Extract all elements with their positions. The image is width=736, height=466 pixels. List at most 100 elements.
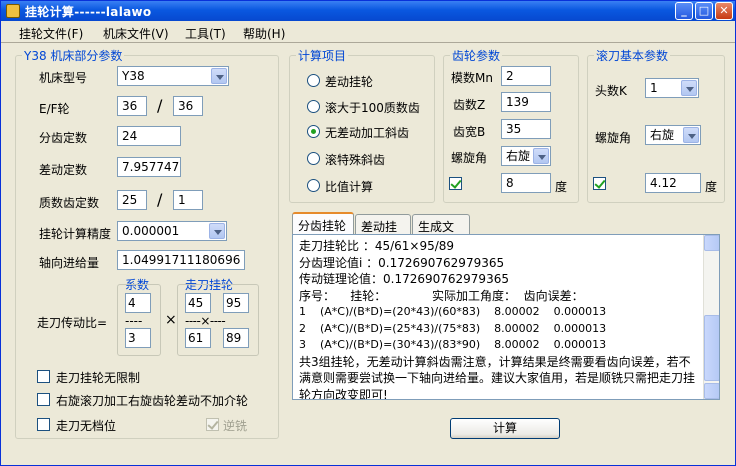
coef-bottom-field[interactable]: 3: [125, 328, 151, 348]
hob-degree-unit: 度: [705, 180, 718, 194]
right-hob-checkbox[interactable]: [37, 393, 50, 406]
indexing-const-label: 分齿定数: [39, 131, 88, 145]
precision-value: 0.000001: [122, 224, 180, 238]
radio-ratio-label: 比值计算: [325, 180, 374, 194]
chevron-down-icon[interactable]: [211, 68, 227, 84]
hob-angle-checkbox[interactable]: [593, 177, 606, 190]
menu-help[interactable]: 帮助(H): [243, 25, 285, 42]
axial-feed-field[interactable]: 1.04991711180696: [117, 250, 245, 270]
scroll-down-icon[interactable]: [704, 383, 719, 399]
gear-helix-select[interactable]: 右旋: [501, 146, 551, 166]
no-limit-checkbox[interactable]: [37, 370, 50, 383]
maximize-button[interactable]: □: [695, 2, 713, 20]
result-note: 共3组挂轮，无差动计算斜齿需注意，计算结果是终需要看齿向误差，若不满意则需要尝试…: [299, 354, 696, 400]
result-line: 1 (A*C)/(B*D)=(20*43)/(60*83) 8.00002 0.…: [299, 305, 607, 318]
chevron-down-icon[interactable]: [681, 80, 697, 96]
scroll-thumb[interactable]: [704, 315, 719, 381]
main-window: 挂轮计算------lalawo _ □ ✕ 挂轮文件(F) 机床文件(V) 工…: [0, 0, 736, 466]
title-bar[interactable]: 挂轮计算------lalawo _ □ ✕: [1, 1, 735, 21]
no-gear-checkbox[interactable]: [37, 418, 50, 431]
chevron-down-icon[interactable]: [209, 223, 225, 239]
radio-special-helical-label: 滚特殊斜齿: [325, 153, 386, 167]
menu-tools[interactable]: 工具(T): [185, 25, 226, 42]
ef-gear-label: E/F轮: [39, 102, 70, 116]
prime-b-field[interactable]: 1: [173, 190, 203, 210]
gear-b-field[interactable]: 95: [223, 293, 249, 313]
machine-model-value: Y38: [122, 69, 145, 83]
machine-model-label: 机床型号: [39, 71, 88, 85]
diff-const-label: 差动定数: [39, 163, 88, 177]
hob-helix-value: 右旋: [650, 128, 675, 142]
gear-helix-label: 螺旋角: [451, 151, 488, 165]
times-sign: ×: [165, 312, 177, 328]
result-line: 2 (A*C)/(B*D)=(25*43)/(75*83) 8.00002 0.…: [299, 321, 607, 335]
hob-starts-label: 头数K: [595, 84, 627, 98]
minimize-button[interactable]: _: [675, 2, 693, 20]
menu-bar: 挂轮文件(F) 机床文件(V) 工具(T) 帮助(H): [1, 21, 735, 43]
axial-feed-label: 轴向进给量: [39, 256, 100, 270]
radio-differential[interactable]: [307, 74, 320, 87]
prime-const-label: 质数齿定数: [39, 196, 100, 210]
calc-items-legend: 计算项目: [298, 49, 347, 63]
result-line: 走刀挂轮比 ：45/61×95/89: [299, 239, 455, 253]
e-gear-field[interactable]: 36: [117, 96, 147, 116]
radio-differential-label: 差动挂轮: [325, 75, 374, 89]
menu-machine-file[interactable]: 机床文件(V): [103, 25, 169, 42]
hob-helix-label: 螺旋角: [595, 131, 632, 145]
result-line: 传动链理论值：0.172690762979365: [299, 272, 509, 286]
gear-d-field[interactable]: 89: [223, 328, 249, 348]
window-title: 挂轮计算------lalawo: [25, 5, 152, 19]
hob-starts-value: 1: [650, 81, 658, 95]
climb-milling-label: 逆铣: [223, 419, 248, 433]
gear-a-field[interactable]: 45: [185, 293, 211, 313]
result-line: 分齿理论值i ：0.172690762979365: [299, 255, 505, 270]
hob-starts-select[interactable]: 1: [645, 78, 699, 98]
gear-angle-checkbox[interactable]: [449, 177, 462, 190]
diff-const-field[interactable]: 7.957747: [117, 157, 181, 177]
chevron-down-icon[interactable]: [533, 148, 549, 164]
gear-separator: ----×----: [185, 314, 226, 328]
gear-params-legend: 齿轮参数: [452, 49, 501, 63]
calculate-button[interactable]: 计算: [450, 418, 560, 439]
tab-indexing-gears[interactable]: 分齿挂轮: [292, 212, 354, 234]
ef-slash: /: [157, 96, 163, 115]
radio-no-diff-helical-label: 无差动加工斜齿: [325, 126, 410, 140]
app-icon: [6, 4, 20, 18]
results-scrollbar[interactable]: [703, 235, 719, 399]
radio-no-diff-helical[interactable]: [307, 125, 320, 138]
result-line: 序号： 挂轮： 实际加工角度： 齿向误差：: [299, 288, 584, 303]
result-line: 3 (A*C)/(B*D)=(30*43)/(83*90) 8.00002 0.…: [299, 338, 607, 351]
menu-gear-file[interactable]: 挂轮文件(F): [19, 25, 83, 42]
teeth-label: 齿数Z: [453, 98, 486, 112]
f-gear-field[interactable]: 36: [173, 96, 203, 116]
precision-select[interactable]: 0.000001: [117, 221, 227, 241]
radio-special-helical[interactable]: [307, 152, 320, 165]
radio-ratio[interactable]: [307, 179, 320, 192]
gear-angle-field[interactable]: 8: [501, 173, 551, 193]
chevron-down-icon[interactable]: [683, 127, 699, 143]
coef-separator: ----: [125, 314, 143, 328]
gear-c-field[interactable]: 61: [185, 328, 211, 348]
gear-degree-unit: 度: [555, 180, 568, 194]
tab-differential-gears[interactable]: 差动挂轮: [355, 214, 411, 251]
scroll-up-icon[interactable]: [704, 235, 719, 251]
no-gear-label: 走刀无档位: [56, 419, 117, 433]
module-field[interactable]: 2: [501, 66, 551, 86]
machine-params-legend: Y38 机床部分参数: [24, 49, 123, 63]
hob-helix-select[interactable]: 右旋: [645, 125, 701, 145]
precision-label: 挂轮计算精度: [39, 227, 112, 241]
tab-generate-file[interactable]: 生成文件: [412, 214, 470, 251]
feed-ratio-label: 走刀传动比=: [37, 316, 108, 330]
close-button[interactable]: ✕: [715, 2, 733, 20]
results-textarea[interactable]: 走刀挂轮比 ：45/61×95/89 分齿理论值i ：0.17269076297…: [292, 234, 720, 400]
hob-angle-field[interactable]: 4.12: [645, 173, 701, 193]
machine-model-select[interactable]: Y38: [117, 66, 229, 86]
module-label: 模数Mn: [451, 71, 493, 85]
prime-a-field[interactable]: 25: [117, 190, 147, 210]
climb-milling-checkbox[interactable]: [206, 418, 219, 431]
coef-top-field[interactable]: 4: [125, 293, 151, 313]
face-width-field[interactable]: 35: [501, 119, 551, 139]
radio-large-prime[interactable]: [307, 100, 320, 113]
indexing-const-field[interactable]: 24: [117, 126, 181, 146]
teeth-field[interactable]: 139: [501, 92, 551, 112]
